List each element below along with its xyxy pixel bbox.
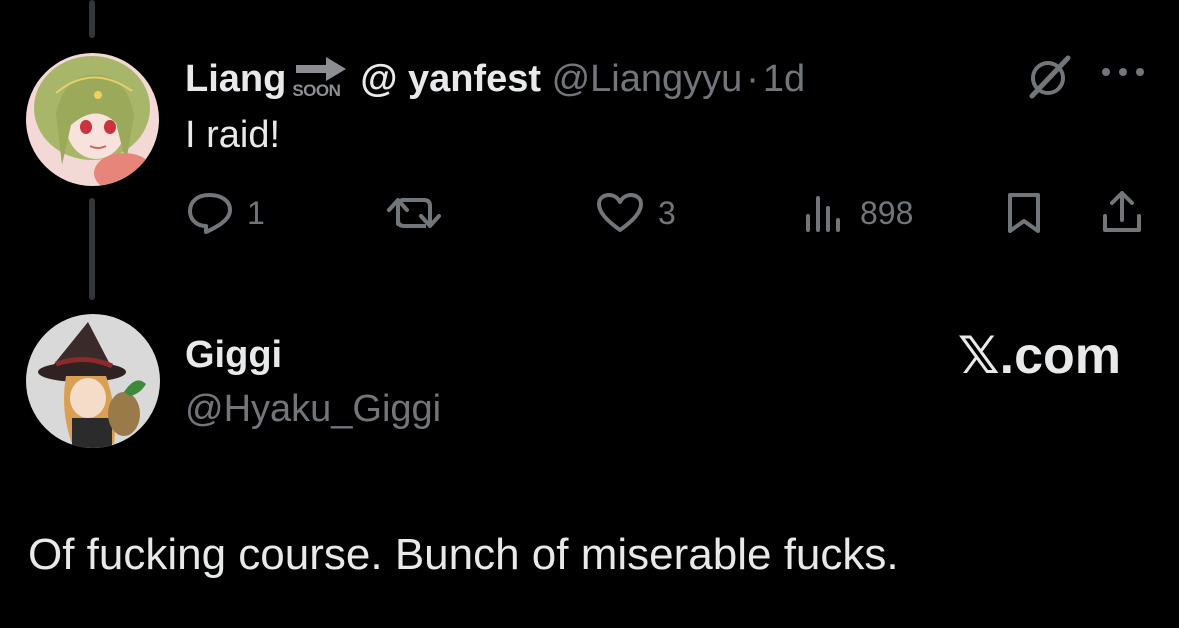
grok-button[interactable] bbox=[1024, 52, 1074, 102]
reply-count: 1 bbox=[247, 194, 265, 231]
tweet-header: Liang SOON @ yanfest @Liangyyu · 1d bbox=[185, 55, 805, 99]
avatar[interactable] bbox=[26, 314, 160, 448]
thread-line-bottom bbox=[89, 198, 95, 300]
view-count: 898 bbox=[860, 194, 914, 231]
retweet-icon bbox=[387, 198, 441, 228]
reply-button[interactable]: 1 bbox=[187, 192, 265, 234]
like-icon bbox=[597, 193, 643, 232]
views-icon bbox=[806, 196, 840, 232]
share-button[interactable] bbox=[1100, 190, 1144, 234]
name-suffix: @ yanfest bbox=[360, 58, 541, 100]
bookmark-button[interactable] bbox=[1004, 192, 1044, 234]
tweet-text: I raid! bbox=[185, 114, 281, 156]
quote-author-name[interactable]: Giggi bbox=[185, 336, 282, 374]
author-handle[interactable]: @Liangyyu bbox=[552, 58, 743, 100]
like-count: 3 bbox=[658, 194, 676, 231]
more-icon bbox=[1102, 68, 1144, 76]
author-name[interactable]: Liang bbox=[185, 58, 286, 100]
avatar-liang-image bbox=[26, 53, 159, 186]
x-com-watermark: 𝕏.com bbox=[957, 327, 1121, 385]
reply-icon bbox=[188, 193, 232, 234]
retweet-button[interactable] bbox=[386, 194, 456, 232]
share-icon bbox=[1103, 191, 1141, 232]
quote-author-handle[interactable]: @Hyaku_Giggi bbox=[185, 390, 441, 428]
views-button[interactable]: 898 bbox=[804, 192, 913, 234]
soon-badge: SOON bbox=[292, 55, 350, 99]
grok-icon bbox=[1029, 55, 1071, 99]
thread-line-top bbox=[89, 0, 95, 38]
separator: · bbox=[746, 58, 759, 100]
avatar-giggi-image bbox=[26, 314, 160, 448]
quote-text: Of fucking course. Bunch of miserable fu… bbox=[28, 530, 899, 579]
avatar[interactable] bbox=[26, 53, 159, 186]
more-button[interactable] bbox=[1100, 64, 1146, 80]
bookmark-icon bbox=[1008, 193, 1040, 233]
timestamp[interactable]: 1d bbox=[763, 58, 805, 100]
like-button[interactable]: 3 bbox=[596, 192, 676, 234]
